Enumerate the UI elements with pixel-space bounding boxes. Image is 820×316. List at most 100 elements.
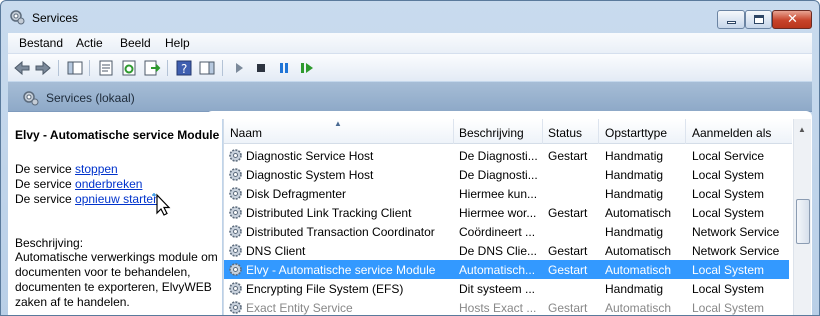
export-list-icon[interactable] (143, 59, 161, 77)
services-icon (23, 91, 39, 106)
help-icon[interactable]: ? (175, 59, 193, 77)
menu-beeld[interactable]: Beeld (120, 36, 151, 50)
service-description: Coördineert ... (459, 225, 536, 239)
sort-ascending-icon: ▲ (334, 119, 342, 128)
table-row[interactable]: Distributed Link Tracking Client Hiermee … (224, 203, 789, 222)
back-icon[interactable] (13, 59, 31, 77)
service-log-on-as: Local System (692, 263, 765, 277)
description-label: Beschrijving: (15, 236, 84, 250)
service-description: Hiermee wor... (459, 206, 537, 220)
service-description: De Diagnosti... (459, 149, 538, 163)
column-divider[interactable] (453, 119, 454, 144)
service-status: Gestart (548, 244, 588, 258)
service-name: DNS Client (246, 244, 306, 258)
column-header-beschrijving[interactable]: Beschrijving (459, 126, 524, 140)
table-row[interactable]: Distributed Transaction Coordinator Coörd… (224, 222, 789, 241)
close-icon: ✕ (787, 12, 798, 27)
restart-link[interactable]: opnieuw starten (75, 192, 160, 206)
scrollbar-thumb[interactable] (796, 199, 810, 244)
service-log-on-as: Local System (692, 282, 765, 296)
toolbar: ? (8, 53, 812, 81)
table-row[interactable]: Diagnostic Service Host De Diagnosti... Ge… (224, 146, 789, 165)
table-row[interactable]: DNS Client De DNS Clie... Gestart Automatis… (224, 241, 789, 260)
action-stop: De service stoppen (15, 162, 118, 176)
show-hide-action-pane-icon[interactable] (198, 59, 216, 77)
column-divider[interactable] (542, 119, 543, 144)
vertical-scrollbar[interactable]: ▲ (793, 119, 811, 315)
service-startup-type: Automatisch (605, 206, 672, 220)
services-list-pane: ▲ Naam Beschrijving Status Opstarttype A… (223, 119, 812, 315)
start-service-icon[interactable] (230, 59, 248, 77)
close-button[interactable]: ✕ (772, 10, 812, 29)
service-description: Dit systeem ... (459, 282, 536, 296)
service-name: Diagnostic Service Host (246, 149, 374, 163)
toolbar-separator (89, 60, 90, 76)
service-log-on-as: Local System (692, 206, 765, 220)
properties-icon[interactable] (97, 59, 115, 77)
standard-tab (206, 111, 812, 119)
minimize-button[interactable] (717, 10, 745, 29)
toolbar-separator (58, 60, 59, 76)
service-gear-icon (229, 282, 242, 295)
show-hide-tree-icon[interactable] (66, 59, 84, 77)
service-gear-icon (229, 244, 242, 257)
service-status: Gestart (548, 206, 588, 220)
column-header-aanmelden-als[interactable]: Aanmelden als (692, 126, 771, 140)
selected-service-name: Elvy - Automatische service Module (15, 128, 220, 142)
service-gear-icon (229, 263, 242, 276)
table-row[interactable]: Exact Entity Service Hosts Exact ... Gesta… (224, 298, 789, 315)
service-name: Exact Entity Service (246, 301, 353, 315)
service-startup-type: Handmatig (605, 149, 664, 163)
menu-help[interactable]: Help (165, 36, 190, 50)
pause-link[interactable]: onderbreken (75, 177, 142, 191)
column-header-naam[interactable]: Naam (230, 126, 262, 140)
service-name: Diagnostic System Host (246, 168, 374, 182)
column-header-opstarttype[interactable]: Opstarttype (605, 126, 667, 140)
service-name: Disk Defragmenter (246, 187, 347, 201)
column-divider[interactable] (598, 119, 599, 144)
service-gear-icon (229, 301, 242, 314)
stop-link[interactable]: stoppen (75, 162, 118, 176)
scope-header: Services (lokaal) (8, 82, 812, 112)
forward-icon[interactable] (34, 59, 52, 77)
refresh-icon[interactable] (120, 59, 138, 77)
mouse-cursor-icon (152, 193, 171, 216)
stop-service-icon[interactable] (252, 59, 270, 77)
scope-title: Services (lokaal) (46, 91, 135, 105)
toolbar-separator (222, 60, 223, 76)
service-name: Distributed Link Tracking Client (246, 206, 412, 220)
service-gear-icon (229, 187, 242, 200)
service-log-on-as: Local System (692, 168, 765, 182)
service-startup-type: Handmatig (605, 225, 664, 239)
service-log-on-as: Local System (692, 187, 765, 201)
toolbar-separator (167, 60, 168, 76)
service-gear-icon (229, 149, 242, 162)
service-description: Hosts Exact ... (459, 301, 537, 315)
action-prefix: De service (15, 177, 76, 191)
service-gear-icon (229, 168, 242, 181)
menu-actie[interactable]: Actie (76, 36, 103, 50)
scroll-up-icon[interactable]: ▲ (798, 125, 806, 134)
window-title: Services (32, 11, 79, 25)
menu-bestand[interactable]: Bestand (19, 36, 63, 50)
title-bar[interactable]: Services ✕ (1, 1, 819, 33)
action-prefix: De service (15, 162, 76, 176)
service-startup-type: Handmatig (605, 168, 664, 182)
column-header-status[interactable]: Status (548, 126, 582, 140)
pause-service-icon[interactable] (275, 59, 293, 77)
service-log-on-as: Local System (692, 301, 765, 315)
column-divider[interactable] (685, 119, 686, 144)
table-row[interactable]: Encrypting File System (EFS) Dit systeem … (224, 279, 789, 298)
maximize-button[interactable] (745, 10, 772, 29)
restart-service-icon[interactable] (298, 59, 316, 77)
service-description: Hiermee kun... (459, 187, 538, 201)
menu-bar: Bestand Actie Beeld Help (8, 33, 812, 53)
details-pane: Elvy - Automatische service Module De se… (8, 112, 222, 315)
action-prefix: De service (15, 192, 76, 206)
service-startup-type: Handmatig (605, 282, 664, 296)
table-row[interactable]: Disk Defragmenter Hiermee kun... Handmatig… (224, 184, 789, 203)
table-row[interactable]: Diagnostic System Host De Diagnosti... Han… (224, 165, 789, 184)
table-row[interactable]: Elvy - Automatische service Module Automa… (224, 260, 789, 279)
service-startup-type: Automatisch (605, 244, 672, 258)
service-description: Automatisch... (459, 263, 536, 277)
